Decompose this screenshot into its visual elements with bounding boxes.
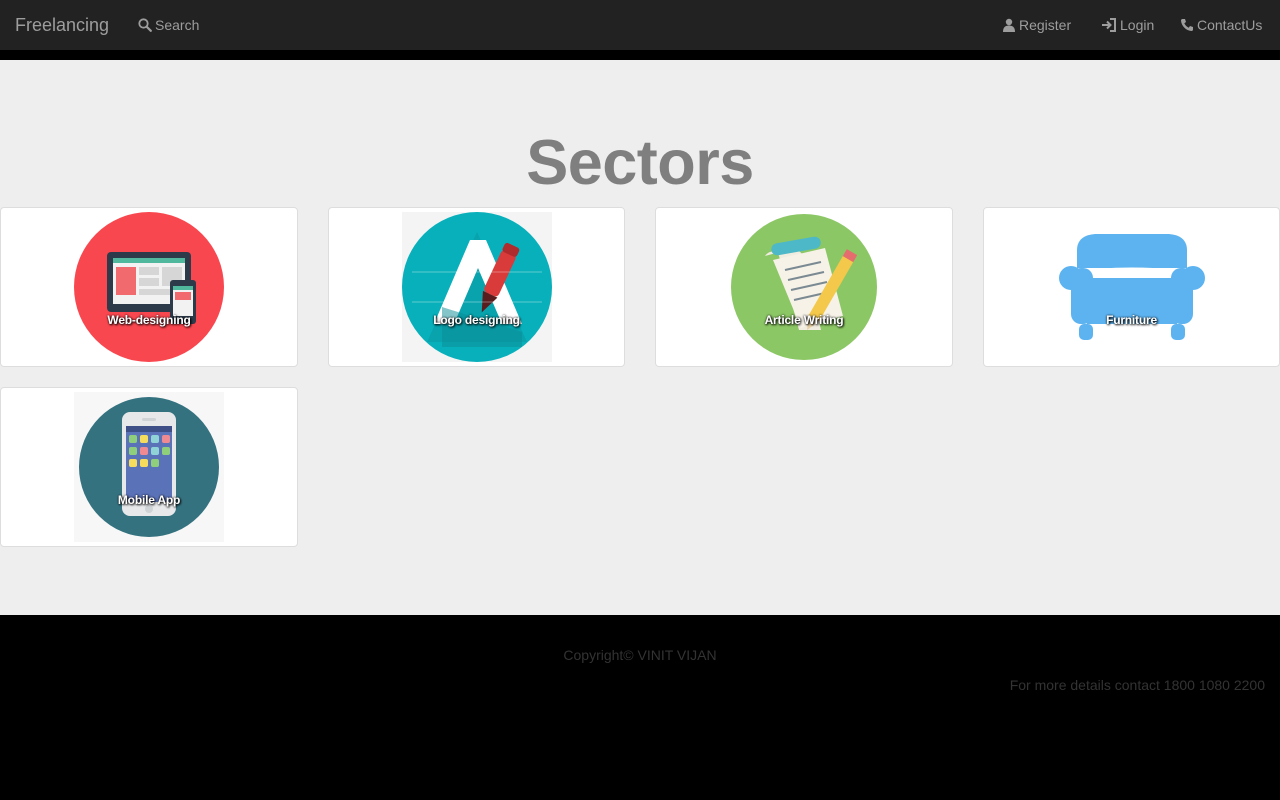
sectors-section: Sectors Web-designing Logo designing Art… [0,60,1280,615]
nav-search-label: Search [155,17,200,33]
web-design-icon [74,212,224,362]
top-navbar: Freelancing Search Register Login Contac… [0,0,1280,50]
sector-label: Furniture [1106,313,1157,327]
nav-register-label: Register [1019,17,1072,33]
mobile-app-icon [74,392,224,542]
nav-search-link[interactable]: Search [138,16,199,34]
footer-contact: For more details contact 1800 1080 2200 [1009,677,1265,693]
sector-card-logo-designing[interactable]: Logo designing [328,207,625,367]
sector-label: Web-designing [107,313,191,327]
login-icon [1102,18,1116,32]
sector-card-furniture[interactable]: Furniture [983,207,1280,367]
sector-card-mobile-app[interactable]: Mobile App [0,387,298,547]
sector-label: Article Writing [764,313,844,327]
phone-icon [1181,19,1193,31]
sector-card-web-designing[interactable]: Web-designing [0,207,298,367]
search-icon [138,18,152,32]
nav-login-label: Login [1120,17,1155,33]
sector-label: Mobile App [117,493,181,507]
user-icon [1003,18,1015,32]
sector-card-article-writing[interactable]: Article Writing [655,207,953,367]
nav-register-link[interactable]: Register [1002,16,1071,34]
sector-label: Logo designing [433,313,520,327]
nav-contact-label: ContactUs [1197,17,1263,33]
page-title: Sectors [526,128,754,198]
sofa-icon [1058,234,1205,340]
nav-contact-link[interactable]: ContactUs [1180,16,1262,34]
brand-link[interactable]: Freelancing [15,14,109,36]
footer: Copyright© VINIT VIJAN For more details … [0,615,1280,800]
divider-bar [0,50,1280,60]
nav-login-link[interactable]: Login [1101,16,1154,34]
footer-copyright: Copyright© VINIT VIJAN [563,647,717,663]
article-writing-icon [731,214,877,360]
logo-design-icon [401,212,552,362]
